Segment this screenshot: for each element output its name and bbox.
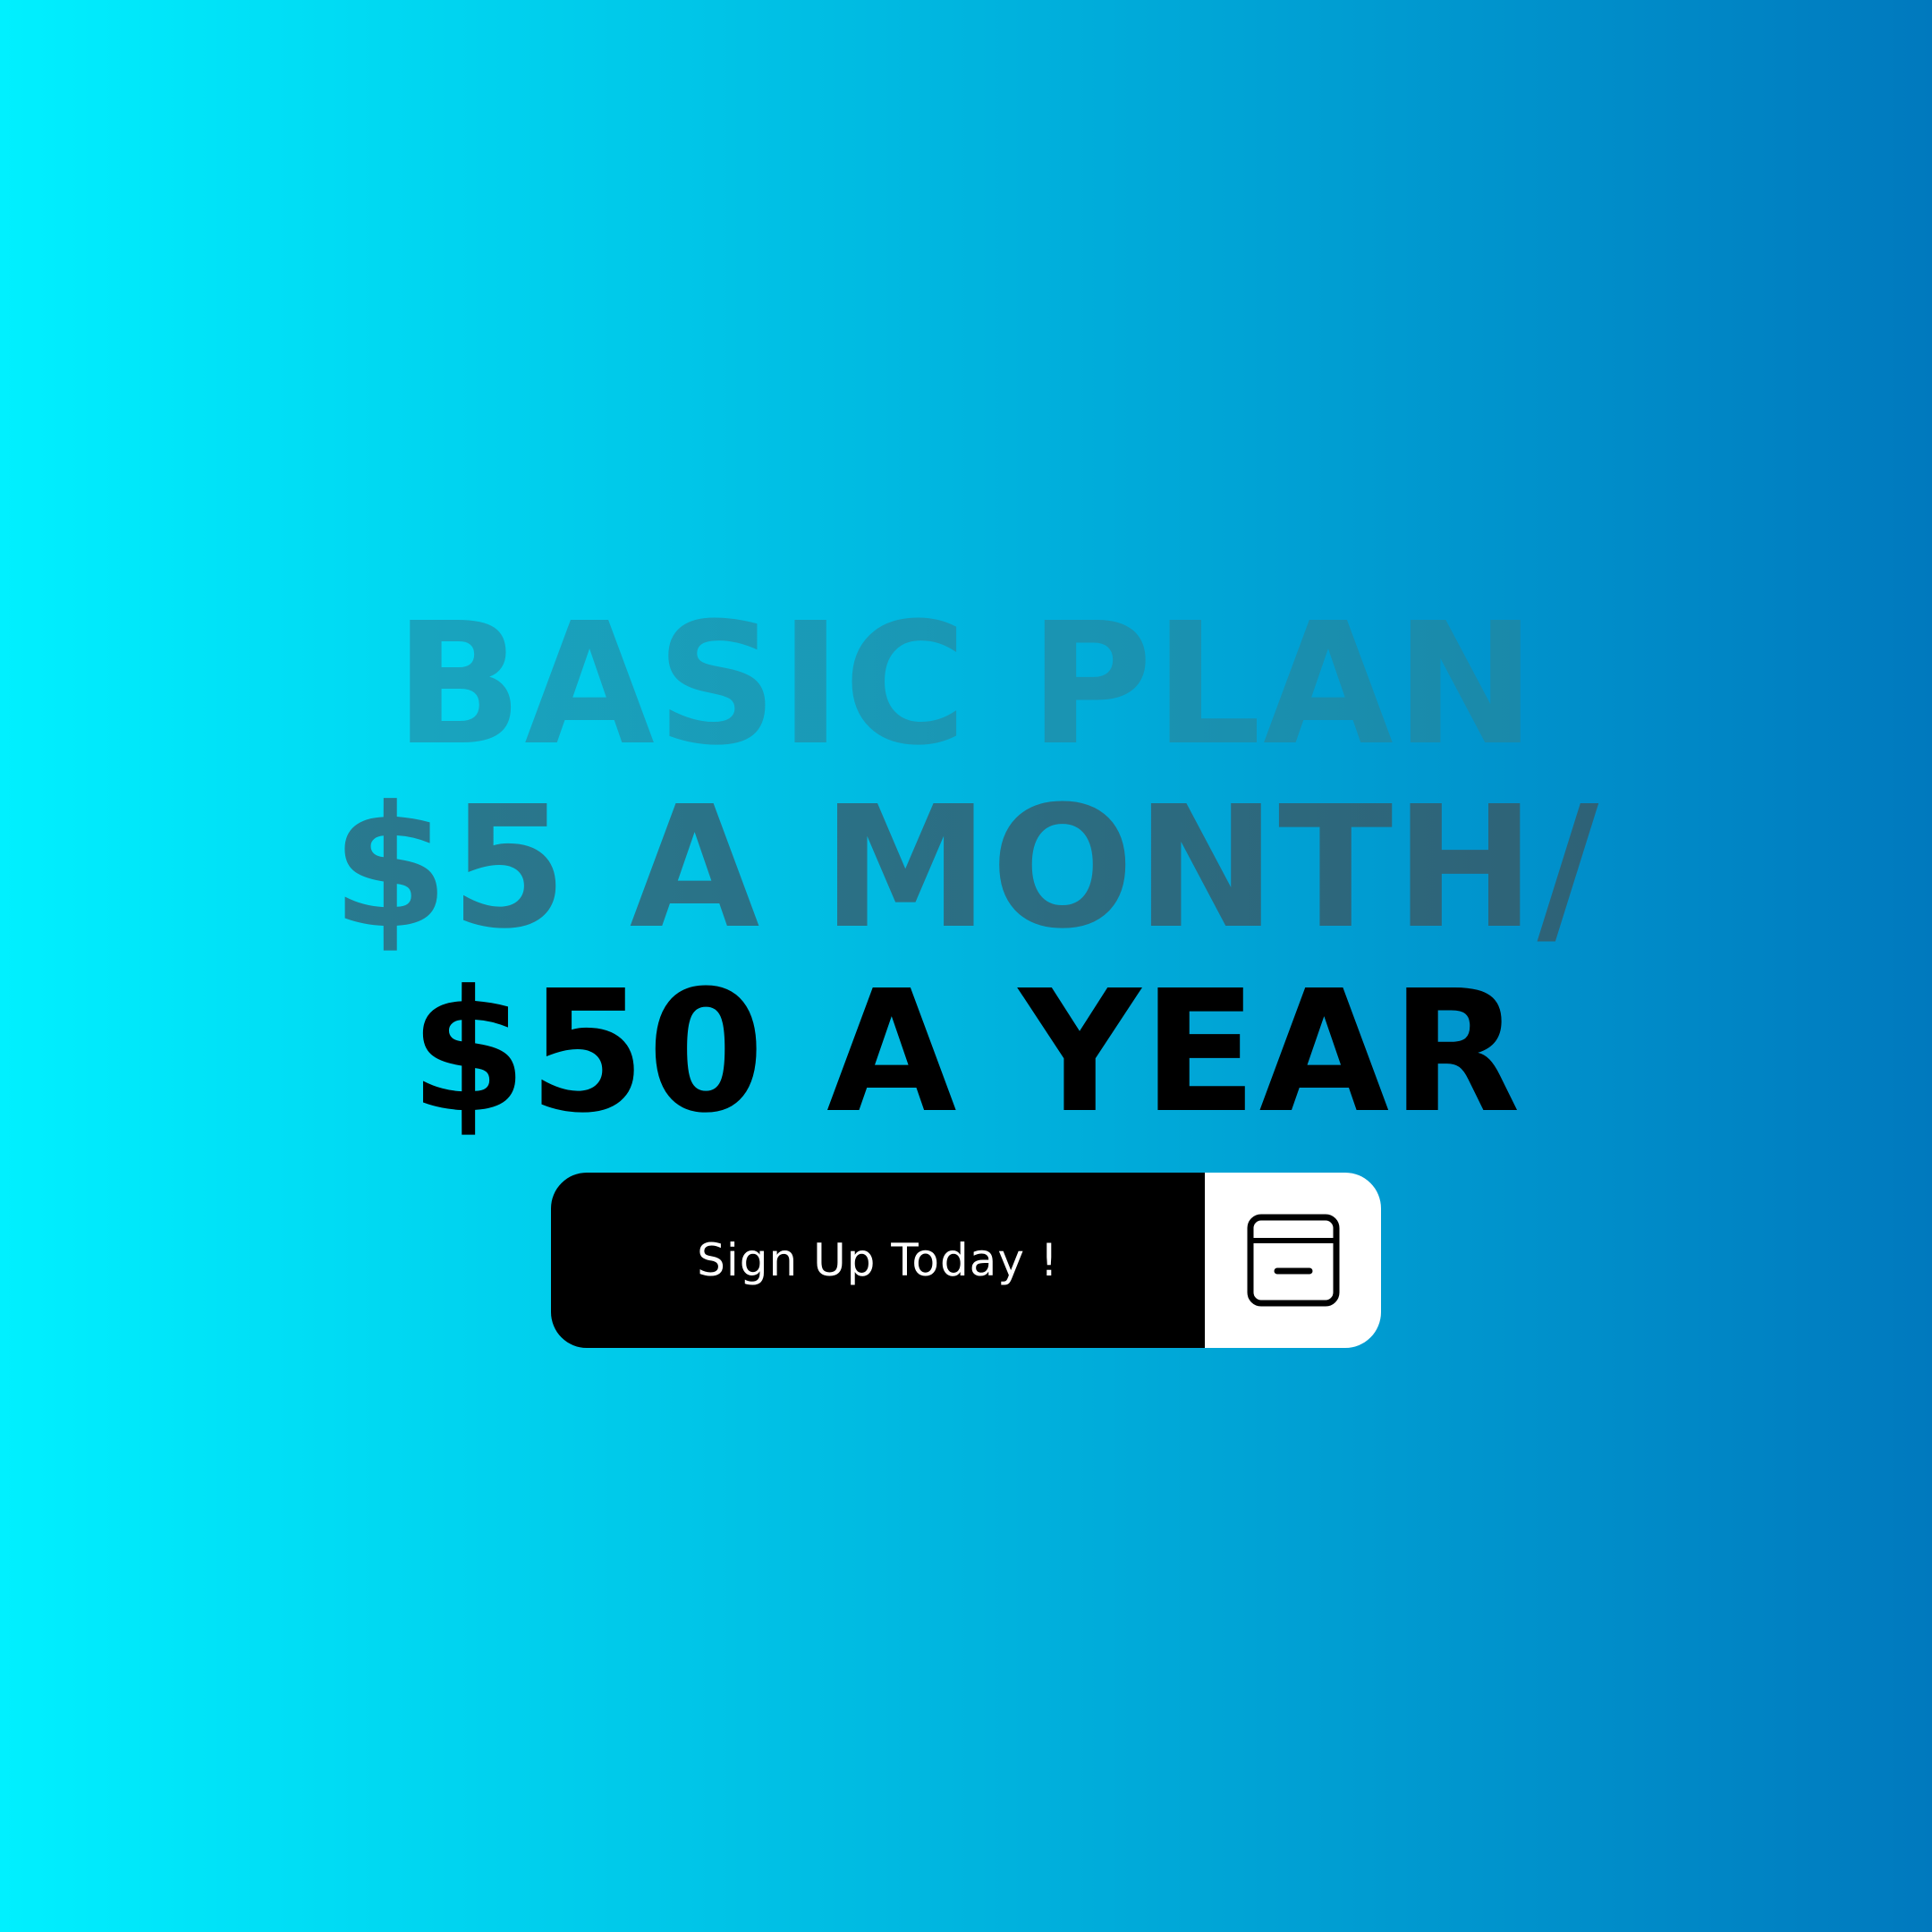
monthly-price: $5 A MONTH/	[0, 784, 1932, 953]
sign-up-icon-area[interactable]	[1205, 1173, 1381, 1348]
plan-title: BASIC PLAN	[0, 601, 1932, 769]
sign-up-button[interactable]: Sign Up Today !	[551, 1173, 1381, 1348]
payment-card-icon	[1247, 1214, 1339, 1307]
sign-up-label-area[interactable]: Sign Up Today !	[551, 1173, 1205, 1348]
yearly-price: $50 A YEAR	[410, 954, 1522, 1150]
sign-up-label: Sign Up Today !	[697, 1234, 1059, 1286]
